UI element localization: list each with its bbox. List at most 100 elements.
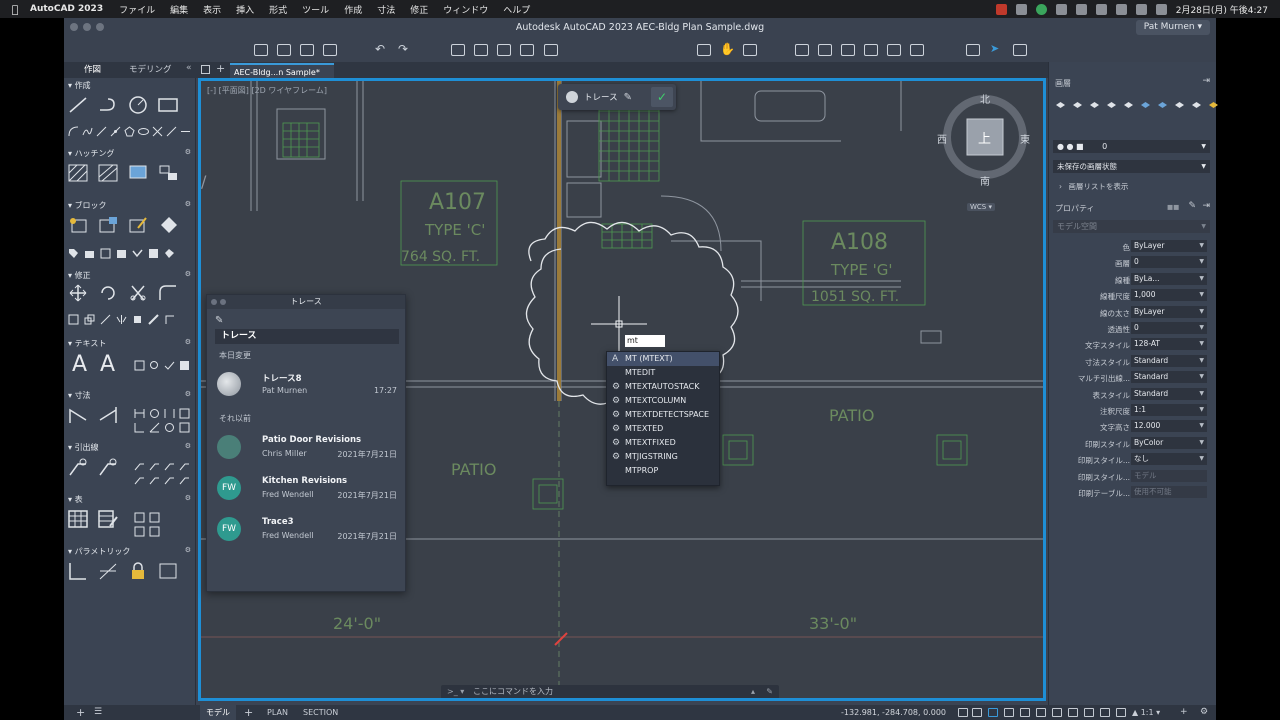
tab-model[interactable]: モデル (200, 705, 236, 720)
redo-icon[interactable]: ↷ (398, 42, 408, 56)
view-cube[interactable]: 北 南 東 西 上 (936, 91, 1034, 191)
leader-7-icon[interactable] (164, 470, 175, 485)
menu-help[interactable]: ヘルプ (503, 3, 530, 16)
table-style-icon[interactable] (134, 508, 145, 523)
grid-view-icon[interactable] (201, 65, 210, 74)
top-face-label[interactable]: 上 (978, 128, 991, 147)
gear-icon[interactable]: ⚙ (185, 270, 191, 278)
region-icon[interactable] (158, 164, 178, 182)
gear-icon[interactable]: ⚙ (185, 390, 191, 398)
property-value-field[interactable]: Standard ▼ (1131, 355, 1207, 367)
user-menu-button[interactable]: Pat Murnen ▾ (1135, 20, 1210, 35)
minimize-palette-button[interactable] (220, 299, 226, 305)
trace-item[interactable]: FW Trace3 Fred Wendell 2021年7月21日 (217, 513, 397, 547)
show-layer-list-toggle[interactable]: › 画層リストを表示 (1059, 181, 1128, 192)
ortho-icon[interactable] (988, 708, 998, 717)
leader-collect-icon[interactable] (164, 456, 175, 471)
gear-icon[interactable]: ⚙ (185, 200, 191, 208)
dynamic-command-input[interactable]: mt (625, 335, 665, 347)
dim-radius-icon[interactable] (149, 404, 160, 418)
arc-icon[interactable] (68, 122, 79, 137)
command-line[interactable]: >_ ▾ ここにコマンドを入力 ▴ ✎ (441, 685, 779, 698)
panel-pin-icon[interactable]: ⇥ (1202, 76, 1210, 86)
gradient-icon[interactable] (98, 164, 118, 182)
trace-icon[interactable] (1013, 44, 1027, 56)
suggestion-mtextdetectspace[interactable]: ⚙ MTEXTDETECTSPACE (607, 408, 719, 422)
circle-icon[interactable] (128, 96, 148, 114)
dim-aligned-icon[interactable] (98, 406, 118, 424)
ellipse-icon[interactable] (138, 122, 149, 135)
suggestion-mtextfixed[interactable]: ⚙ MTEXTFIXED (607, 436, 719, 450)
attdef-icon[interactable] (84, 244, 95, 258)
doc-tab[interactable]: AEC-Bldg...n Sample* (230, 63, 334, 78)
siri-icon[interactable] (1155, 3, 1167, 15)
add-layout-tab-icon[interactable]: + (244, 705, 253, 720)
workspace-icon[interactable]: + (1180, 705, 1188, 720)
zoom-button[interactable] (96, 23, 104, 31)
menu-edit[interactable]: 編集 (170, 3, 188, 16)
annotation-visibility-icon[interactable] (1116, 708, 1126, 717)
attribute-icon[interactable] (158, 216, 178, 234)
tab-draw[interactable]: 作図 (84, 62, 101, 78)
tab-plan[interactable]: PLAN (267, 705, 288, 720)
text-scale-icon[interactable] (179, 356, 190, 370)
layer-tool-7-icon[interactable] (1157, 94, 1168, 108)
tab-section[interactable]: SECTION (303, 705, 338, 720)
bluetooth-icon[interactable] (1075, 3, 1087, 15)
property-value-field[interactable]: Standard ▼ (1131, 371, 1207, 383)
3d-osnap-icon[interactable] (1100, 708, 1110, 717)
lock-icon[interactable] (128, 562, 148, 580)
field-icon[interactable] (149, 522, 160, 537)
array-icon[interactable] (100, 310, 111, 325)
apple-icon[interactable]:  (0, 3, 30, 16)
table-edit-icon[interactable] (98, 510, 118, 528)
divide-icon[interactable] (180, 122, 191, 133)
south-label[interactable]: 南 (980, 173, 990, 188)
property-value-field[interactable]: 0 ▼ (1131, 256, 1207, 268)
east-label[interactable]: 東 (1020, 131, 1030, 146)
clock[interactable]: 2月28日(月) 午後4:27 (1176, 3, 1268, 16)
leader-style-icon[interactable] (179, 456, 190, 471)
layer-props-icon[interactable] (795, 44, 809, 56)
command-settings-icon[interactable]: ✎ (766, 685, 773, 698)
west-label[interactable]: 西 (937, 131, 947, 146)
wifi-icon[interactable] (1055, 3, 1067, 15)
snap-icon[interactable] (972, 708, 982, 717)
dim-arc-icon[interactable] (179, 404, 190, 419)
point-icon[interactable] (166, 122, 177, 137)
new-file-icon[interactable] (254, 44, 268, 56)
layer-tool-9-icon[interactable] (1191, 94, 1202, 108)
text-style-icon[interactable] (134, 356, 145, 371)
property-value-field[interactable]: 128-AT ▼ (1131, 338, 1207, 350)
sync-icon[interactable] (132, 244, 143, 258)
section-modify[interactable]: ▾ 修正 (68, 270, 91, 281)
extract-icon[interactable] (148, 244, 159, 258)
leader-8-icon[interactable] (179, 470, 190, 485)
mirror-icon[interactable] (116, 310, 127, 324)
spline-icon[interactable] (82, 122, 93, 136)
section-text[interactable]: ▾ テキスト (68, 338, 106, 349)
boundary-icon[interactable] (128, 164, 148, 182)
suggestion-mtjigstring[interactable]: ⚙ MTJIGSTRING (607, 450, 719, 464)
layer-state-select[interactable]: 未保存の画層状態 ▼ (1053, 160, 1210, 173)
construction-line-icon[interactable] (110, 122, 121, 137)
layer-tool-10-icon[interactable] (1208, 94, 1219, 108)
trim-icon[interactable] (128, 284, 148, 302)
search-icon[interactable] (1115, 3, 1127, 15)
sheet-set-icon[interactable] (966, 44, 980, 56)
rectangle-icon[interactable] (158, 96, 178, 114)
settings-gear-icon[interactable]: ⚙ (1200, 705, 1208, 720)
property-value-field[interactable]: ByLayer ▼ (1131, 306, 1207, 318)
menu-format[interactable]: 形式 (269, 3, 287, 16)
data-extract-icon[interactable] (134, 522, 145, 537)
dim-baseline-icon[interactable] (134, 404, 145, 418)
layout-list-icon[interactable]: ☰ (94, 705, 102, 720)
current-layer-select[interactable]: ● ● ■ 0 ▼ (1053, 140, 1210, 153)
ray-icon[interactable] (96, 122, 107, 137)
layer-tool-3-icon[interactable] (1089, 94, 1100, 108)
stretch-icon[interactable] (68, 310, 79, 325)
export-pdf-icon[interactable] (520, 44, 534, 56)
gear-icon[interactable]: ⚙ (185, 494, 191, 502)
orbit-icon[interactable] (743, 44, 757, 56)
suggestion-mtexted[interactable]: ⚙ MTEXTED (607, 422, 719, 436)
